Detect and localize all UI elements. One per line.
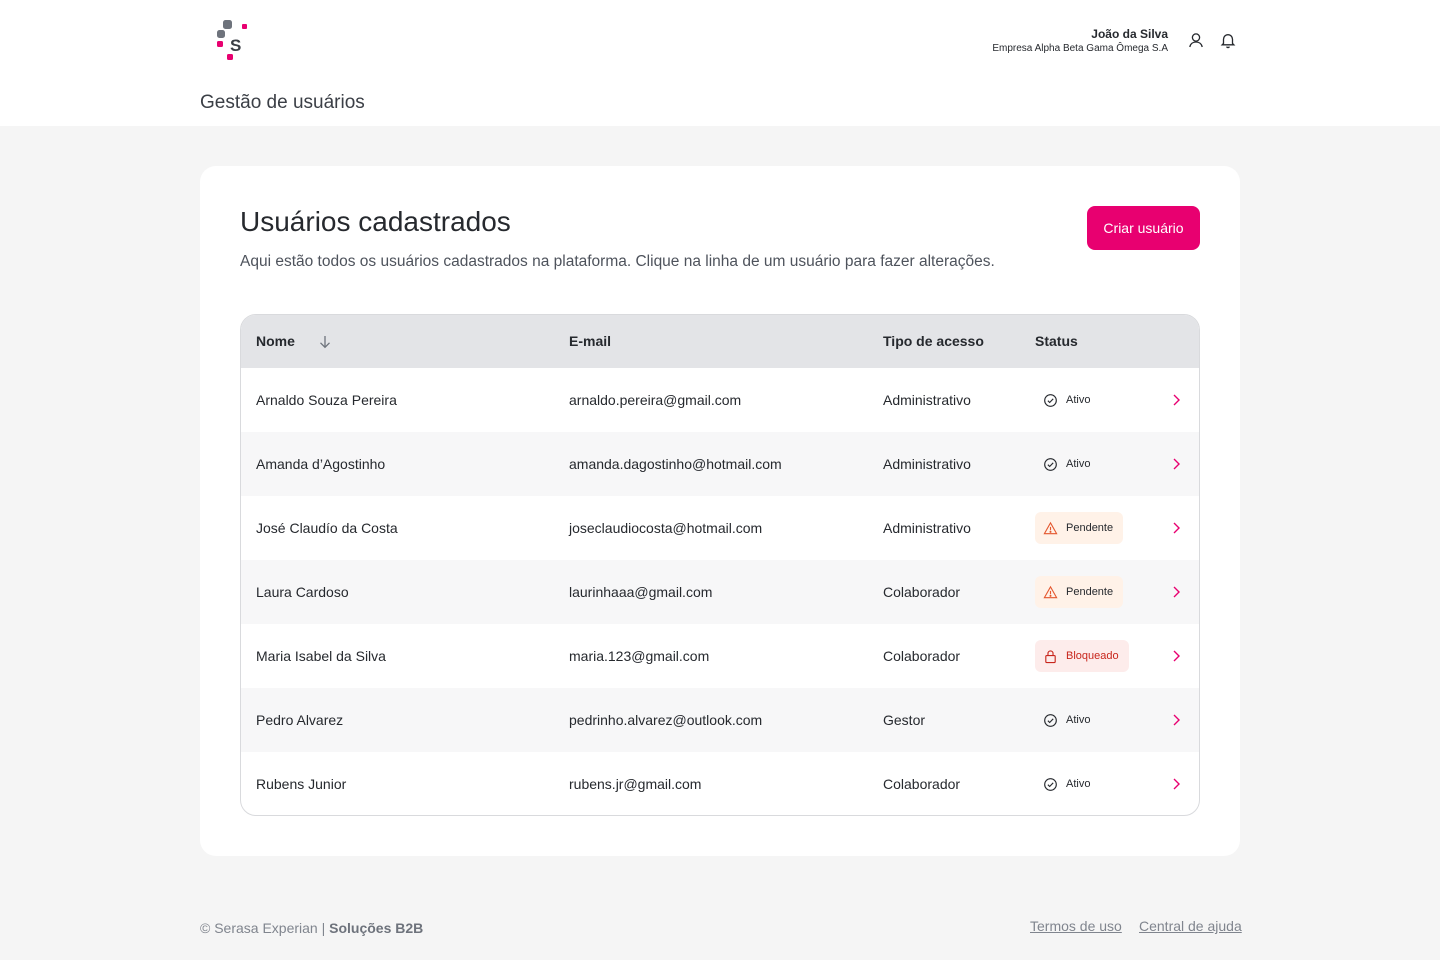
status-badge: Pendente — [1035, 576, 1124, 608]
top-header: S João da Silva Empresa Alpha Beta Gama … — [0, 0, 1440, 126]
check-circle-icon — [1044, 777, 1057, 791]
status-badge: Bloqueado — [1035, 640, 1129, 672]
user-access-cell: Colaborador — [883, 584, 961, 600]
table-header: Nome E-mail Tipo de acesso Status — [241, 315, 1199, 368]
status-badge: Ativo — [1035, 768, 1100, 800]
table-row[interactable]: Maria Isabel da Silva maria.123@gmail.co… — [241, 624, 1199, 688]
user-name-cell: Laura Cardoso — [256, 584, 349, 600]
bell-icon[interactable] — [1219, 31, 1237, 49]
chevron-right-icon[interactable] — [1169, 393, 1183, 407]
status-label: Pendente — [1066, 586, 1114, 598]
arrow-down-icon[interactable] — [318, 334, 332, 350]
user-access-cell: Colaborador — [883, 776, 961, 792]
status-badge: Ativo — [1035, 448, 1100, 480]
status-badge: Pendente — [1035, 512, 1124, 544]
svg-text:S: S — [230, 36, 241, 55]
table-row[interactable]: Amanda d’Agostinho amanda.dagostinho@hot… — [241, 432, 1199, 496]
user-access-cell: Gestor — [883, 712, 926, 728]
check-circle-icon — [1044, 713, 1057, 727]
chevron-right-icon[interactable] — [1169, 457, 1183, 471]
footer-brand: Soluções B2B — [329, 920, 424, 936]
column-header-name[interactable]: Nome — [256, 315, 330, 368]
check-circle-icon — [1044, 393, 1057, 407]
footer-copyright: © Serasa Experian | Soluções B2B — [200, 920, 423, 936]
user-email-cell: rubens.jr@gmail.com — [569, 776, 702, 792]
chevron-right-icon[interactable] — [1169, 521, 1183, 535]
column-header-email: E-mail — [569, 333, 612, 349]
page-title: Gestão de usuários — [200, 92, 365, 113]
card-title: Usuários cadastrados — [240, 206, 511, 237]
column-header-status: Status — [1035, 333, 1078, 349]
users-card: Usuários cadastrados Aqui estão todos os… — [200, 166, 1240, 856]
warning-triangle-icon — [1043, 521, 1058, 534]
status-label: Ativo — [1066, 778, 1091, 790]
user-company: Empresa Alpha Beta Gama Ômega S.A — [992, 43, 1168, 54]
status-label: Ativo — [1066, 714, 1091, 726]
user-name-cell: Amanda d’Agostinho — [256, 456, 386, 472]
user-icon[interactable] — [1187, 31, 1205, 49]
column-header-label: Nome — [256, 333, 295, 349]
status-label: Pendente — [1066, 522, 1114, 534]
create-user-button[interactable]: Criar usuário — [1087, 206, 1200, 250]
serasa-logo[interactable]: S — [216, 19, 250, 61]
user-access-cell: Colaborador — [883, 648, 961, 664]
status-label: Bloqueado — [1066, 650, 1119, 662]
user-access-cell: Administrativo — [883, 456, 971, 472]
user-name-cell: José Claudío da Costa — [256, 520, 398, 536]
user-email-cell: laurinhaaa@gmail.com — [569, 584, 713, 600]
chevron-right-icon[interactable] — [1169, 649, 1183, 663]
user-email-cell: maria.123@gmail.com — [569, 648, 710, 664]
table-row[interactable]: Rubens Junior rubens.jr@gmail.com Colabo… — [241, 752, 1199, 815]
user-info: João da Silva Empresa Alpha Beta Gama Ôm… — [992, 27, 1168, 55]
user-email-cell: amanda.dagostinho@hotmail.com — [569, 456, 782, 472]
user-access-cell: Administrativo — [883, 392, 971, 408]
column-header-access: Tipo de acesso — [883, 333, 984, 349]
help-center-link[interactable]: Central de ajuda — [1139, 918, 1242, 934]
user-name-cell: Pedro Alvarez — [256, 712, 344, 728]
chevron-right-icon[interactable] — [1169, 777, 1183, 791]
user-name-cell: Rubens Junior — [256, 776, 347, 792]
user-name: João da Silva — [1091, 27, 1168, 41]
warning-triangle-icon — [1043, 585, 1058, 598]
user-name-cell: Arnaldo Souza Pereira — [256, 392, 397, 408]
table-row[interactable]: Pedro Alvarez pedrinho.alvarez@outlook.c… — [241, 688, 1199, 752]
card-subtitle: Aqui estão todos os usuários cadastrados… — [240, 253, 995, 270]
user-name-cell: Maria Isabel da Silva — [256, 648, 386, 664]
user-access-cell: Administrativo — [883, 520, 971, 536]
terms-link[interactable]: Termos de uso — [1030, 918, 1122, 934]
status-label: Ativo — [1066, 458, 1091, 470]
chevron-right-icon[interactable] — [1169, 585, 1183, 599]
users-table: Nome E-mail Tipo de acesso Status Arnald… — [240, 314, 1200, 816]
lock-icon — [1045, 649, 1056, 663]
status-label: Ativo — [1066, 394, 1091, 406]
status-badge: Ativo — [1035, 704, 1100, 736]
copyright-text: © Serasa Experian | — [200, 920, 326, 936]
status-badge: Ativo — [1035, 384, 1100, 416]
check-circle-icon — [1044, 457, 1057, 471]
chevron-right-icon[interactable] — [1169, 713, 1183, 727]
table-row[interactable]: Arnaldo Souza Pereira arnaldo.pereira@gm… — [241, 368, 1199, 432]
user-email-cell: joseclaudiocosta@hotmail.com — [569, 520, 763, 536]
user-email-cell: pedrinho.alvarez@outlook.com — [569, 712, 763, 728]
table-row[interactable]: Laura Cardoso laurinhaaa@gmail.com Colab… — [241, 560, 1199, 624]
table-row[interactable]: José Claudío da Costa joseclaudiocosta@h… — [241, 496, 1199, 560]
user-email-cell: arnaldo.pereira@gmail.com — [569, 392, 742, 408]
